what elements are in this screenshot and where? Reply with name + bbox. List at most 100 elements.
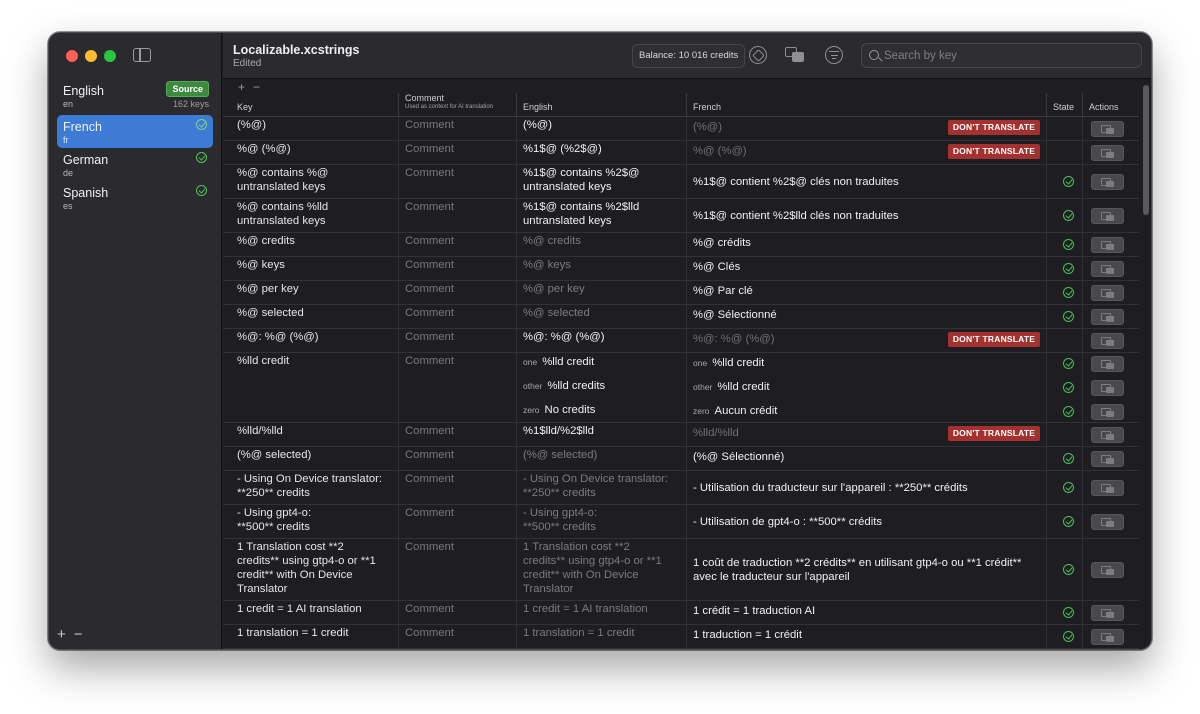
key-cell[interactable]: (%@ selected) — [231, 447, 399, 470]
translate-icon[interactable] — [785, 46, 804, 64]
table-row[interactable]: %@ contains %lld untranslated keys Commen… — [223, 199, 1139, 233]
english-cell[interactable]: - Using gpt4-o: **500** credits — [517, 505, 687, 538]
table-row[interactable]: %@: %@ (%@) Comment %@: %@ (%@) %@: %@ (%@)… — [223, 329, 1139, 353]
minimize-window-button[interactable] — [85, 50, 97, 62]
translate-row-button[interactable] — [1091, 333, 1124, 349]
english-cell[interactable]: %1$@ contains %2$@ untranslated keys — [517, 165, 687, 198]
french-cell[interactable]: 1 traduction = 1 crédit — [687, 625, 1047, 648]
key-cell[interactable]: 1 translation = 1 credit — [231, 625, 399, 648]
english-cell[interactable]: one %lld credit other %lld credits zero No cr… — [517, 353, 687, 422]
french-cell[interactable]: %@ Par clé — [687, 281, 1047, 304]
key-cell[interactable]: %@ per key — [231, 281, 399, 304]
french-cell[interactable]: - Utilisation de gpt4-o : **500** crédit… — [687, 505, 1047, 538]
french-cell[interactable]: one %lld credit other %lld credit zero Aucun … — [687, 353, 1047, 422]
english-cell[interactable]: 1 credit = 1 AI translation — [517, 601, 687, 624]
column-header-comment[interactable]: Comment Used as context for AI translati… — [399, 93, 517, 117]
openai-icon[interactable] — [749, 46, 767, 64]
translate-row-button[interactable] — [1091, 404, 1124, 420]
table-row[interactable]: %@ keys Comment %@ keys %@ Clés — [223, 257, 1139, 281]
english-cell[interactable]: (%@ selected) — [517, 447, 687, 470]
comment-cell[interactable]: Comment — [399, 233, 517, 256]
french-cell[interactable]: - Utilisation du traducteur sur l'appare… — [687, 471, 1047, 504]
remove-language-button[interactable]: − — [74, 626, 83, 643]
key-cell[interactable]: %@ keys — [231, 257, 399, 280]
english-cell[interactable]: %1$@ (%2$@) — [517, 141, 687, 164]
comment-cell[interactable]: Comment — [399, 471, 517, 504]
dont-translate-badge[interactable]: DON'T TRANSLATE — [948, 426, 1040, 441]
table-row[interactable]: %@ selected Comment %@ selected %@ Sélectio… — [223, 305, 1139, 329]
english-cell[interactable]: %1$lld/%2$lld — [517, 423, 687, 446]
table-row[interactable]: - Using gpt4-o: **500** credits Comment - … — [223, 505, 1139, 539]
translate-row-button[interactable] — [1091, 480, 1124, 496]
translate-row-button[interactable] — [1091, 451, 1124, 467]
sidebar-item-de[interactable]: German de — [57, 148, 213, 181]
translate-row-button[interactable] — [1091, 261, 1124, 277]
comment-cell[interactable]: Comment — [399, 257, 517, 280]
translate-row-button[interactable] — [1091, 174, 1124, 190]
sidebar-item-fr[interactable]: French fr — [57, 115, 213, 148]
add-key-button[interactable]: + — [238, 80, 245, 94]
comment-cell[interactable]: Comment — [399, 305, 517, 328]
table-row[interactable]: %lld credit Comment one %lld credit other %ll… — [223, 353, 1139, 423]
french-cell[interactable]: %1$@ contient %2$lld clés non traduites — [687, 199, 1047, 232]
comment-cell[interactable]: Comment — [399, 329, 517, 352]
key-cell[interactable]: %@ credits — [231, 233, 399, 256]
french-cell[interactable]: %@ crédits — [687, 233, 1047, 256]
key-cell[interactable]: (%@) — [231, 117, 399, 140]
table-row[interactable]: %lld/%lld Comment %1$lld/%2$lld %lld/%lld DO… — [223, 423, 1139, 447]
table-row[interactable]: %@ per key Comment %@ per key %@ Par clé — [223, 281, 1139, 305]
comment-cell[interactable]: Comment — [399, 353, 517, 422]
dont-translate-badge[interactable]: DON'T TRANSLATE — [948, 144, 1040, 159]
translate-row-button[interactable] — [1091, 145, 1124, 161]
translate-row-button[interactable] — [1091, 309, 1124, 325]
english-cell[interactable]: - Using On Device translator: **250** cr… — [517, 471, 687, 504]
search-field[interactable] — [861, 43, 1142, 68]
table-row[interactable]: 1 Translation cost **2 credits** using g… — [223, 539, 1139, 601]
table-row[interactable]: 1 translation = 1 credit Comment 1 transla… — [223, 625, 1139, 649]
table-row[interactable]: %@ credits Comment %@ credits %@ crédits — [223, 233, 1139, 257]
sidebar-item-en[interactable]: English en Source 162 keys — [57, 79, 213, 115]
remove-key-button[interactable]: − — [253, 80, 260, 94]
translate-row-button[interactable] — [1091, 285, 1124, 301]
french-cell[interactable]: %@ (%@) DON'T TRANSLATE — [687, 141, 1047, 164]
key-cell[interactable]: %@ selected — [231, 305, 399, 328]
key-cell[interactable]: %@ (%@) — [231, 141, 399, 164]
key-cell[interactable]: %@ contains %@ untranslated keys — [231, 165, 399, 198]
english-cell[interactable]: %@ per key — [517, 281, 687, 304]
comment-cell[interactable]: Comment — [399, 141, 517, 164]
column-header-french[interactable]: French — [687, 93, 1047, 117]
table-row[interactable]: (%@ selected) Comment (%@ selected) (%@ Sél… — [223, 447, 1139, 471]
translate-row-button[interactable] — [1091, 427, 1124, 443]
translate-row-button[interactable] — [1091, 562, 1124, 578]
comment-cell[interactable]: Comment — [399, 601, 517, 624]
english-cell[interactable]: %@: %@ (%@) — [517, 329, 687, 352]
french-cell[interactable]: 1 crédit = 1 traduction AI — [687, 601, 1047, 624]
comment-cell[interactable]: Comment — [399, 539, 517, 600]
column-header-english[interactable]: English — [517, 93, 687, 117]
english-cell[interactable]: %@ keys — [517, 257, 687, 280]
english-cell[interactable]: %@ credits — [517, 233, 687, 256]
key-cell[interactable]: %@: %@ (%@) — [231, 329, 399, 352]
key-cell[interactable]: %lld/%lld — [231, 423, 399, 446]
english-cell[interactable]: (%@) — [517, 117, 687, 140]
french-cell[interactable]: %lld/%lld DON'T TRANSLATE — [687, 423, 1047, 446]
table-row[interactable]: - Using On Device translator: **250** cr… — [223, 471, 1139, 505]
english-cell[interactable]: %@ selected — [517, 305, 687, 328]
table-row[interactable]: %@ (%@) Comment %1$@ (%2$@) %@ (%@) DON'T TR… — [223, 141, 1139, 165]
zoom-window-button[interactable] — [104, 50, 116, 62]
sidebar-toggle-icon[interactable] — [133, 48, 151, 62]
english-cell[interactable]: 1 Translation cost **2 credits** using g… — [517, 539, 687, 600]
translate-row-button[interactable] — [1091, 208, 1124, 224]
comment-cell[interactable]: Comment — [399, 423, 517, 446]
balance-button[interactable]: Balance: 10 016 credits — [632, 44, 746, 68]
sidebar-item-es[interactable]: Spanish es — [57, 181, 213, 214]
comment-cell[interactable]: Comment — [399, 117, 517, 140]
column-header-key[interactable]: Key — [231, 93, 399, 117]
translate-row-button[interactable] — [1091, 380, 1124, 396]
translate-row-button[interactable] — [1091, 605, 1124, 621]
french-cell[interactable]: %@ Clés — [687, 257, 1047, 280]
key-cell[interactable]: - Using On Device translator: **250** cr… — [231, 471, 399, 504]
translate-row-button[interactable] — [1091, 237, 1124, 253]
comment-cell[interactable]: Comment — [399, 447, 517, 470]
french-cell[interactable]: %@ Sélectionné — [687, 305, 1047, 328]
